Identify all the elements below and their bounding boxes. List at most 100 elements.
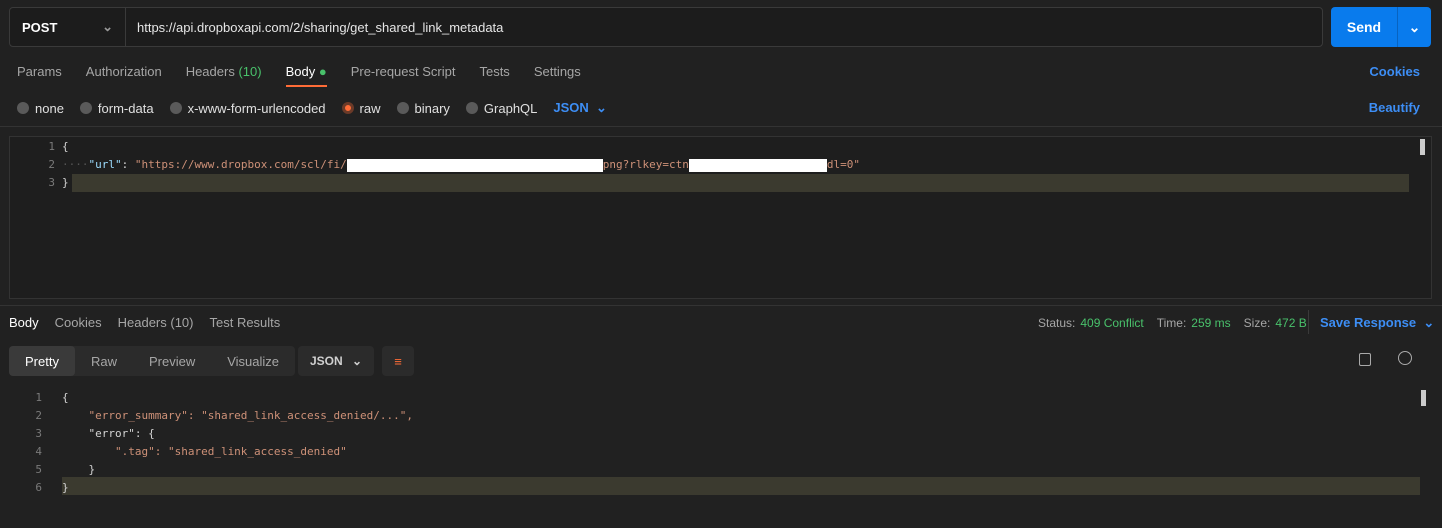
line-number: 3 — [35, 427, 42, 440]
request-tabs: Params Authorization Headers (10) Body ●… — [17, 64, 581, 87]
body-indicator-dot: ● — [318, 64, 327, 79]
wrap-lines-icon[interactable]: ≡ — [382, 346, 414, 376]
url-bar: POST ⌄ https://api.dropboxapi.com/2/shari… — [9, 7, 1323, 47]
json-key: "url" — [88, 158, 122, 171]
radio-dot — [341, 102, 354, 114]
line-number: 6 — [35, 481, 42, 494]
request-body-editor[interactable]: 1 2 3 { ····"url": "https://www.dropbox.… — [9, 136, 1432, 299]
status-label: Status: — [1038, 316, 1076, 330]
json-value-part: "https://www.dropbox.com/scl/fi/ — [134, 158, 347, 171]
radio-dot — [396, 102, 409, 114]
radio-label: x-www-form-urlencoded — [187, 100, 326, 116]
divider — [0, 305, 1442, 306]
save-response-label: Save Response — [1320, 315, 1417, 330]
tab-body-label: Body — [285, 64, 316, 79]
size-label: Size: — [1243, 316, 1271, 330]
redaction — [346, 158, 603, 172]
size-value: 472 B — [1275, 316, 1307, 330]
res-tab-headers[interactable]: Headers (10) — [118, 315, 194, 330]
body-type-radios: none form-data x-www-form-urlencoded raw… — [17, 100, 607, 116]
line-number: 4 — [35, 445, 42, 458]
view-pretty[interactable]: Pretty — [9, 346, 75, 376]
body-format-label: JSON — [553, 100, 589, 115]
view-raw[interactable]: Raw — [75, 346, 133, 376]
tab-pre-request-script[interactable]: Pre-request Script — [351, 64, 456, 79]
divider — [1308, 310, 1309, 334]
view-visualize[interactable]: Visualize — [211, 346, 295, 376]
res-tab-cookies[interactable]: Cookies — [55, 315, 102, 330]
radio-dot — [465, 102, 478, 114]
radio-label: none — [35, 100, 64, 116]
redaction — [688, 158, 827, 172]
tab-body[interactable]: Body ● — [285, 64, 327, 87]
scrollbar[interactable] — [1421, 390, 1426, 406]
status-value: 409 Conflict — [1080, 316, 1144, 330]
method-label: POST — [22, 19, 58, 35]
json-value-part: png?rlkey=ctn — [602, 158, 689, 171]
json-colon: : — [121, 158, 135, 171]
cookies-link[interactable]: Cookies — [1369, 64, 1420, 79]
line-number: 5 — [35, 463, 42, 476]
code-line: ····"url": "https://www.dropbox.com/scl/… — [62, 158, 861, 172]
tab-tests[interactable]: Tests — [479, 64, 509, 79]
code-line: { — [62, 391, 69, 404]
divider — [0, 126, 1442, 127]
headers-count: (10) — [238, 64, 262, 79]
radio-binary[interactable]: binary — [396, 100, 450, 116]
radio-dot — [17, 102, 29, 114]
body-format-select[interactable]: JSON ⌄ — [553, 100, 607, 116]
line-number: 1 — [48, 140, 55, 153]
tab-authorization[interactable]: Authorization — [86, 64, 162, 79]
time-value: 259 ms — [1191, 316, 1231, 330]
radio-raw[interactable]: raw — [341, 100, 381, 116]
code-line: } — [62, 463, 96, 476]
chevron-down-icon: ⌄ — [102, 19, 113, 34]
current-line-highlight — [72, 174, 1409, 192]
send-label: Send — [1346, 19, 1382, 35]
current-line-highlight — [62, 477, 1420, 495]
line-number: 3 — [48, 176, 55, 189]
radio-x-www-form-urlencoded[interactable]: x-www-form-urlencoded — [169, 100, 326, 116]
view-mode-tabs: Pretty Raw Preview Visualize — [9, 346, 296, 376]
radio-label: raw — [359, 100, 381, 116]
response-format-label: JSON — [310, 354, 343, 368]
response-meta: Status: 409 Conflict Time: 259 ms Size: 472… — [1038, 316, 1307, 330]
code-line: "error": { — [62, 427, 155, 440]
response-tabs: Body Cookies Headers (10) Test Results — [9, 315, 280, 330]
copy-icon[interactable] — [1359, 353, 1371, 366]
search-icon[interactable] — [1398, 351, 1412, 365]
url-input[interactable]: https://api.dropboxapi.com/2/sharing/get… — [126, 8, 503, 46]
chevron-down-icon: ⌄ — [351, 354, 362, 368]
beautify-link[interactable]: Beautify — [1369, 100, 1420, 115]
line-number: 2 — [48, 158, 55, 171]
tab-params[interactable]: Params — [17, 64, 62, 79]
res-tab-test-results[interactable]: Test Results — [209, 315, 280, 330]
time-label: Time: — [1156, 316, 1187, 330]
radio-label: GraphQL — [483, 100, 538, 116]
radio-form-data[interactable]: form-data — [79, 100, 154, 116]
radio-none[interactable]: none — [17, 100, 64, 116]
response-body-viewer[interactable]: 1 2 3 4 5 6 { "error_summary": "shared_l… — [0, 388, 1442, 528]
radio-graphql[interactable]: GraphQL — [465, 100, 538, 116]
code-line: } — [62, 481, 69, 494]
save-response-button[interactable]: Save Response ⌄ — [1320, 315, 1434, 331]
code-line: "error_summary": "shared_link_access_den… — [62, 409, 413, 422]
radio-label: binary — [414, 100, 450, 116]
response-format-select[interactable]: JSON ⌄ — [298, 346, 374, 376]
tab-headers[interactable]: Headers (10) — [186, 64, 262, 79]
json-value-part: dl=0" — [826, 158, 861, 171]
code-line: } — [62, 176, 69, 189]
scrollbar[interactable] — [1420, 139, 1425, 155]
code-line: ".tag": "shared_link_access_denied" — [62, 445, 347, 458]
radio-dot — [79, 102, 92, 114]
line-number: 1 — [35, 391, 42, 404]
res-tab-body[interactable]: Body — [9, 315, 39, 330]
send-button[interactable]: Send ⌄ — [1331, 7, 1431, 47]
line-number: 2 — [35, 409, 42, 422]
method-select[interactable]: POST ⌄ — [10, 8, 126, 46]
view-preview[interactable]: Preview — [133, 346, 211, 376]
send-options-chevron-icon[interactable]: ⌄ — [1397, 7, 1431, 47]
tab-headers-label: Headers — [185, 64, 235, 79]
tab-settings[interactable]: Settings — [534, 64, 581, 79]
radio-label: form-data — [97, 100, 154, 116]
